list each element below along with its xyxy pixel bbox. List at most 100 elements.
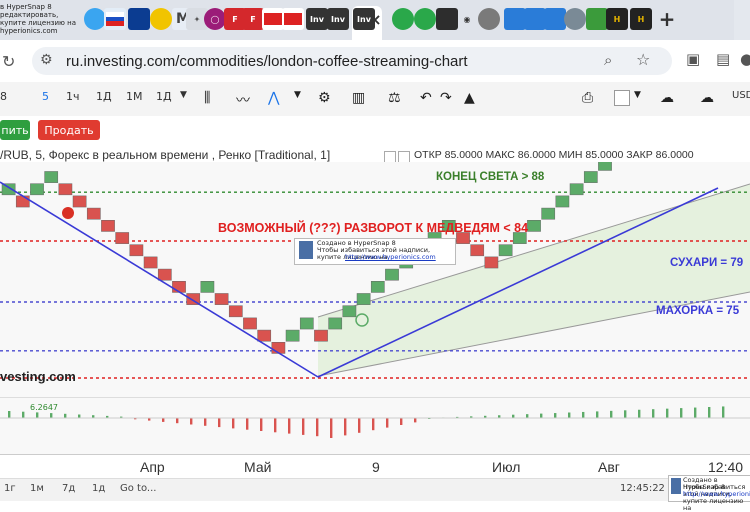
renko-brick (342, 305, 357, 318)
interval-1d-alt[interactable]: 1Д (156, 90, 172, 103)
site-info-icon[interactable]: ⚙ (40, 52, 53, 68)
template-icon[interactable] (614, 90, 630, 106)
flag-icon (284, 13, 302, 25)
alert-icon[interactable]: ▲ (464, 90, 480, 106)
oscillator-bar (162, 418, 165, 422)
interval-1h[interactable]: 1ч (66, 90, 80, 103)
tab-favicon-speaker[interactable]: ◉ (456, 8, 478, 30)
bookmark-star-icon[interactable]: ☆ (636, 50, 650, 69)
interval-5[interactable]: 5 (42, 90, 49, 103)
hypersnap-note: в HyperSnap 8 редактировать, купите лице… (0, 3, 80, 35)
tab-favicon-green[interactable] (392, 8, 414, 30)
tab-favicon-dark[interactable] (436, 8, 458, 30)
tab-favicon-f[interactable]: F (242, 8, 264, 30)
tab-favicon-b[interactable] (544, 8, 566, 30)
oscillator-bar (540, 413, 543, 418)
range-1y[interactable]: 1г (4, 483, 16, 494)
oscillator-bar (274, 418, 277, 433)
tab-favicon-globe[interactable] (84, 8, 106, 30)
drawing-dropdown-icon[interactable]: ▼ (294, 90, 310, 106)
candles-icon[interactable]: ⫼ (204, 90, 220, 106)
extension-icon[interactable]: ▣ (686, 50, 700, 68)
line-chart-icon[interactable]: 〰 (236, 90, 252, 109)
tab-favicon-green[interactable] (414, 8, 436, 30)
oscillator-bar (358, 418, 361, 433)
oscillator-bar (610, 410, 613, 418)
oscillator-bar (568, 412, 571, 418)
renko-brick (484, 256, 499, 269)
zoom-search-icon[interactable]: ⌕ (604, 51, 612, 69)
compare-scale-icon[interactable]: ⚖ (388, 90, 404, 106)
tab-favicon-h[interactable]: H (630, 8, 652, 30)
tab-favicon-globe-gray[interactable] (564, 8, 586, 30)
range-1m[interactable]: 1м (30, 483, 44, 494)
url-text[interactable]: ru.investing.com/commodities/london-coff… (66, 53, 468, 70)
profile-icon[interactable]: ● (740, 50, 750, 68)
close-tab-icon[interactable]: × (364, 8, 386, 30)
range-1d[interactable]: 1д (92, 483, 105, 494)
hypersnap-link[interactable]: http://www.hyperionics.com (345, 254, 436, 261)
tab-favicon-h[interactable]: H (606, 8, 628, 30)
range-7d[interactable]: 7д (62, 483, 75, 494)
renko-brick (30, 183, 44, 196)
renko-brick (583, 171, 598, 183)
oscillator-bar (414, 418, 417, 423)
indicators-icon[interactable]: ▥ (352, 90, 368, 106)
oscillator-bar (344, 418, 347, 436)
go-to-link[interactable]: Go to... (120, 483, 156, 494)
interval-fragment[interactable]: 8 (0, 90, 7, 103)
oscillator-bar (554, 413, 557, 418)
makhorka-label: МАХОРКА = 75 (656, 305, 740, 317)
hypersnap-note-line: в HyperSnap 8 (0, 3, 52, 11)
renko-brick (58, 183, 73, 196)
tab-favicon-puzzle[interactable] (586, 8, 608, 30)
tab-favicon-inv[interactable]: Inv (306, 8, 328, 30)
tab-favicon-circle[interactable]: ◯ (204, 8, 226, 30)
tab-favicon-bee[interactable] (150, 8, 172, 30)
oscillator-bar (232, 418, 235, 429)
template-dropdown-icon[interactable]: ▼ (634, 90, 650, 106)
x-tick-label: Май (244, 459, 272, 475)
renko-brick (314, 329, 328, 342)
tab-favicon-flag[interactable] (262, 8, 284, 30)
tab-favicon-inv[interactable]: Inv (327, 8, 349, 30)
hypersnap-logo-icon (671, 478, 681, 494)
camera-icon[interactable]: ⎙ (582, 90, 598, 106)
tab-favicon-gray[interactable] (478, 8, 500, 30)
oscillator-bar (190, 418, 193, 425)
tab-favicon-vk[interactable] (504, 8, 526, 30)
interval-dropdown-icon[interactable]: ▼ (180, 90, 187, 100)
tab-favicon-globe-blue[interactable] (128, 8, 150, 30)
tab-favicon-russia-flag[interactable] (104, 8, 126, 30)
cloud-upload-icon[interactable]: ☁ (700, 90, 716, 106)
tab-favicon-b[interactable] (524, 8, 546, 30)
oscillator-bar (316, 418, 319, 437)
renko-brick (598, 159, 612, 171)
oscillator-histogram (0, 406, 750, 438)
renko-brick (172, 281, 186, 293)
tab-favicon-flag[interactable] (282, 8, 304, 30)
renko-brick (15, 195, 30, 208)
settings-gear-icon[interactable]: ⚙ (318, 90, 334, 106)
new-tab-plus-icon[interactable]: + (656, 7, 678, 31)
oscillator-bar (652, 409, 655, 418)
event-marker-icon (62, 207, 74, 219)
currency-selector[interactable]: USD (732, 90, 750, 101)
reload-icon[interactable]: ↻ (2, 52, 15, 71)
redo-icon[interactable]: ↷ (440, 90, 456, 106)
sell-button[interactable]: Продать (38, 120, 100, 140)
interval-1m[interactable]: 1М (126, 90, 143, 103)
interval-1d[interactable]: 1Д (96, 90, 112, 103)
drawing-tool-icon[interactable]: ⋀ (268, 90, 284, 106)
cloud-download-icon[interactable]: ☁ (660, 90, 676, 106)
renko-brick (385, 268, 399, 281)
x-tick-label: Авг (598, 459, 620, 475)
buy-button[interactable]: пить (0, 120, 30, 140)
translate-icon[interactable]: ▤ (716, 50, 730, 68)
chart-legend-title: /RUB, 5, Форекс в реальном времени , Рен… (0, 148, 331, 162)
hypersnap-link[interactable]: http://www.hyperionics.com (683, 491, 750, 498)
chart-toolbar: 8 5 1ч 1Д 1М 1Д ▼ ⫼ 〰 ⋀ ▼ ⚙ ▥ ⚖ ↶ ↷ ▲ ⎙ … (0, 82, 750, 117)
renko-brick (527, 220, 541, 232)
main-chart-pane[interactable]: КОНЕЦ СВЕТА > 88 ВОЗМОЖНЫЙ (???) РАЗВОРО… (0, 110, 750, 400)
undo-icon[interactable]: ↶ (420, 90, 436, 106)
